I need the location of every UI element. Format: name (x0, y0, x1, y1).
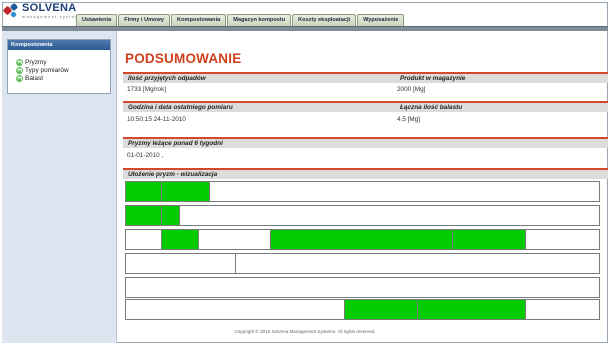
pile-slot-occupied[interactable] (418, 300, 526, 319)
pile-slot-occupied[interactable] (345, 300, 418, 319)
sidebar-item-label: Balast (25, 74, 44, 82)
logo-subtitle: management systems (22, 14, 83, 19)
leaf-icon (16, 58, 23, 66)
logo-name: SOLVENA (22, 2, 77, 14)
header-total-ballast: Łączna ilość balastu (400, 104, 463, 111)
row-old-piles: 01-01-2010 , (123, 151, 608, 161)
pile-slot-occupied[interactable] (162, 182, 210, 201)
pile-row (125, 277, 600, 298)
sidebar-item-pryzmy[interactable]: Pryzmy (16, 58, 110, 66)
pile-slot-empty[interactable] (126, 300, 345, 319)
leaf-icon (16, 74, 23, 82)
section-header-waste: Ilość przyjętych odpadów Produkt w magaz… (123, 72, 608, 83)
value-accepted-waste: 1733 [Mg/rok] (127, 86, 167, 93)
pile-row (125, 181, 600, 202)
section-header-old-piles: Pryzmy leżące ponad 6 tygodni (123, 137, 608, 148)
header-last-measurement: Godzina i data ostatniego pomiaru (128, 104, 233, 111)
value-product-in-stock: 2000 [Mg] (397, 86, 426, 93)
sidebar-item-typy-pomiarow[interactable]: Typy pomiarów (16, 66, 110, 74)
logo-mark-icon (2, 2, 19, 19)
panel-title: Kompostownia (8, 40, 110, 50)
pile-slot-occupied[interactable] (162, 206, 180, 225)
pile-row (125, 299, 600, 320)
section-header-measurement: Godzina i data ostatniego pomiaru Łączna… (123, 101, 608, 112)
header-accepted-waste: Ilość przyjętych odpadów (128, 75, 206, 82)
pile-slot-occupied[interactable] (126, 182, 162, 201)
tab-magazyn-kompostu[interactable]: Magazyn kompostu (227, 14, 292, 26)
tab-koszty-eksploatacji[interactable]: Koszty eksploatacji (292, 14, 357, 26)
pile-slot-occupied[interactable] (453, 230, 526, 249)
pile-slot-empty[interactable] (126, 230, 162, 249)
pile-slot-occupied[interactable] (126, 206, 162, 225)
sidebar-menu: Pryzmy Typy pomiarów Balast (8, 50, 110, 82)
pile-slot-empty[interactable] (126, 278, 599, 297)
pile-row (125, 253, 600, 274)
pile-slot-empty[interactable] (236, 254, 599, 273)
value-old-piles: 01-01-2010 , (127, 152, 164, 159)
value-last-measurement: 10:50:15 24-11-2010 (127, 116, 186, 123)
pile-slot-empty[interactable] (526, 300, 599, 319)
value-total-ballast: 4.5 [Mg] (397, 116, 421, 123)
main-tabs: Ustawienia Firmy i Umowy Kompostowania M… (76, 14, 405, 26)
leaf-icon (16, 66, 23, 74)
tab-firmy-i-umowy[interactable]: Firmy i Umowy (118, 14, 171, 26)
tab-kompostowania[interactable]: Kompostowania (171, 14, 227, 26)
pile-slot-occupied[interactable] (271, 230, 453, 249)
pile-slot-empty[interactable] (526, 230, 599, 249)
pile-slot-occupied[interactable] (162, 230, 199, 249)
pile-slot-empty[interactable] (180, 206, 599, 225)
header-visualization: Ułożenie pryzm - wizualizacja (128, 171, 218, 178)
pile-slot-empty[interactable] (210, 182, 599, 201)
logo[interactable]: SOLVENA management systems (2, 2, 83, 20)
header-product-in-stock: Produkt w magazynie (400, 75, 466, 82)
sidebar: Kompostownia Pryzmy Typy pomiarów Balast (2, 31, 117, 343)
pile-row (125, 229, 600, 250)
sidebar-panel: Kompostownia Pryzmy Typy pomiarów Balast (7, 39, 111, 94)
row-measurement-values: 10:50:15 24-11-2010 4.5 [Mg] (123, 115, 608, 125)
pile-slot-empty[interactable] (126, 254, 236, 273)
tab-ustawienia[interactable]: Ustawienia (76, 14, 118, 26)
pile-row (125, 205, 600, 226)
section-header-visualization: Ułożenie pryzm - wizualizacja (123, 168, 608, 179)
pile-slot-empty[interactable] (199, 230, 271, 249)
header-old-piles: Pryzmy leżące ponad 6 tygodni (128, 140, 223, 147)
sidebar-item-label: Typy pomiarów (25, 66, 69, 74)
tab-wyposazenie[interactable]: Wyposażenie (357, 14, 405, 26)
sidebar-item-label: Pryzmy (25, 58, 47, 66)
row-waste-values: 1733 [Mg/rok] 2000 [Mg] (123, 85, 608, 95)
sidebar-item-balast[interactable]: Balast (16, 74, 110, 82)
footer-copyright: Copyright © 2010 Solvena Management Syst… (234, 329, 376, 334)
page-title: PODSUMOWANIE (125, 51, 242, 66)
